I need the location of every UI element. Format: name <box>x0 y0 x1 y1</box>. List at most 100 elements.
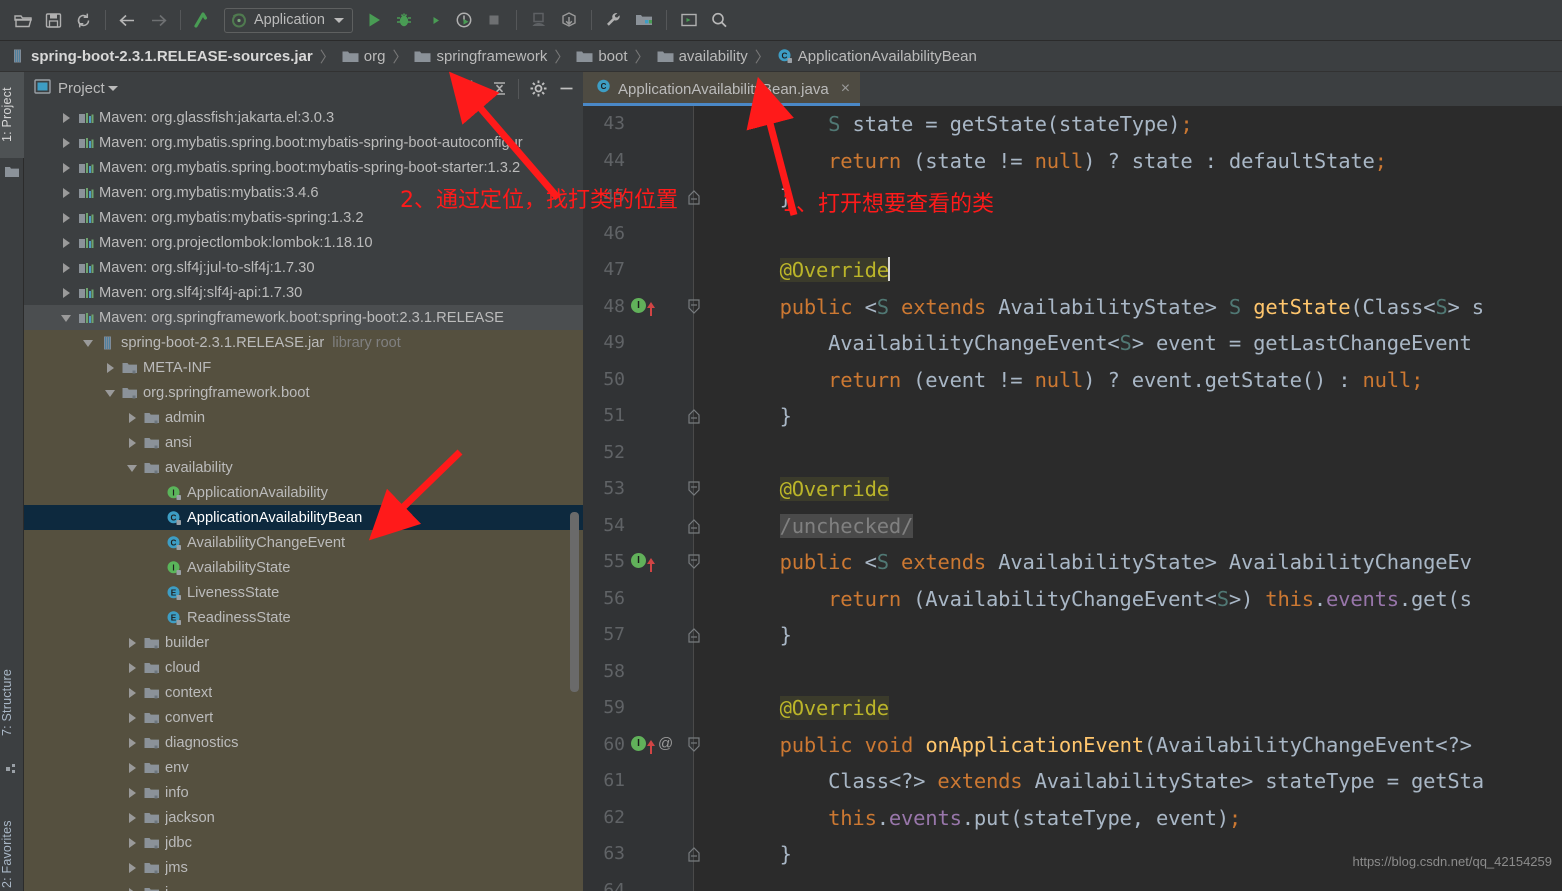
forward-arrow-icon[interactable] <box>143 5 173 35</box>
compile-icon[interactable] <box>188 5 218 35</box>
gutter-markers[interactable]: I @ <box>631 735 673 754</box>
tree-row[interactable]: Maven: org.slf4j:slf4j-api:1.7.30 <box>24 280 583 305</box>
sidebar-item-favorites[interactable]: 2: Favorites <box>0 797 24 891</box>
fold-end-icon[interactable] <box>687 518 701 534</box>
chevron-right-icon[interactable] <box>128 812 138 823</box>
code-line[interactable]: 56 return (AvailabilityChangeEvent<S>) t… <box>583 581 1562 618</box>
chevron-right-icon[interactable] <box>62 112 72 123</box>
code-line[interactable]: 59 @Override <box>583 690 1562 727</box>
tree-row[interactable]: I AvailabilityState <box>24 555 583 580</box>
chevron-right-icon[interactable] <box>128 837 138 848</box>
back-arrow-icon[interactable] <box>113 5 143 35</box>
chevron-right-icon[interactable] <box>128 712 138 723</box>
tree-row[interactable]: E LivenessState <box>24 580 583 605</box>
chevron-down-icon[interactable] <box>61 313 72 323</box>
tree-row[interactable]: builder <box>24 630 583 655</box>
gutter-markers[interactable]: I <box>631 553 655 572</box>
implementing-method-icon[interactable]: I <box>631 735 646 751</box>
tree-row[interactable]: j <box>24 880 583 891</box>
chevron-right-icon[interactable] <box>128 687 138 698</box>
implementing-method-icon[interactable]: I <box>631 297 646 313</box>
chevron-right-icon[interactable] <box>106 362 116 373</box>
stop-icon[interactable] <box>479 5 509 35</box>
tree-row[interactable]: E ReadinessState <box>24 605 583 630</box>
tree-row[interactable]: jackson <box>24 805 583 830</box>
code-line[interactable]: 49 AvailabilityChangeEvent<S> event = ge… <box>583 325 1562 362</box>
wrench-icon[interactable] <box>599 5 629 35</box>
gutter-markers[interactable]: I <box>631 297 655 316</box>
fold-end-icon[interactable] <box>687 408 701 424</box>
chevron-right-icon[interactable] <box>128 412 138 423</box>
tree-row[interactable]: cloud <box>24 655 583 680</box>
chevron-right-icon[interactable] <box>128 737 138 748</box>
fold-collapse-icon[interactable] <box>687 298 701 315</box>
chevron-right-icon[interactable] <box>62 162 72 173</box>
select-opened-file-icon[interactable] <box>458 76 484 102</box>
package-download-icon[interactable] <box>554 5 584 35</box>
code-line[interactable]: 57 } <box>583 617 1562 654</box>
code-line[interactable]: 47 @Override <box>583 252 1562 289</box>
chevron-down-icon[interactable] <box>105 388 116 398</box>
code-line[interactable]: 46 <box>583 216 1562 253</box>
tree-row[interactable]: Maven: org.glassfish:jakarta.el:3.0.3 <box>24 105 583 130</box>
code-line[interactable]: 55 I public <S extends AvailabilityState>… <box>583 544 1562 581</box>
code-line[interactable]: 64 <box>583 873 1562 891</box>
editor-tab-applicationavailabilitybean[interactable]: C ApplicationAvailabilityBean.java × <box>583 72 861 106</box>
code-line[interactable]: 45 } <box>583 179 1562 216</box>
tree-row[interactable]: convert <box>24 705 583 730</box>
update-app-icon[interactable] <box>524 5 554 35</box>
chevron-down-icon[interactable] <box>83 338 94 348</box>
fold-end-icon[interactable] <box>687 189 701 205</box>
tree-row[interactable]: env <box>24 755 583 780</box>
tree-row[interactable]: admin <box>24 405 583 430</box>
chevron-right-icon[interactable] <box>62 287 72 298</box>
breadcrumb-item-applicationavailabilitybean[interactable]: C ApplicationAvailabilityBean <box>777 48 977 65</box>
tree-row[interactable]: availability <box>24 455 583 480</box>
override-arrow-icon[interactable] <box>647 557 655 572</box>
run-configuration-selector[interactable]: Application <box>224 7 353 33</box>
tree-row[interactable]: spring-boot-2.3.1.RELEASE.jar library roo… <box>24 330 583 355</box>
tree-row[interactable]: Maven: org.projectlombok:lombok:1.18.10 <box>24 230 583 255</box>
chevron-down-icon[interactable] <box>127 463 138 473</box>
breadcrumb-item-boot[interactable]: boot <box>576 48 628 65</box>
implementing-method-icon[interactable]: I <box>631 553 646 568</box>
tree-row[interactable]: context <box>24 680 583 705</box>
tree-row[interactable]: I ApplicationAvailability <box>24 480 583 505</box>
chevron-right-icon[interactable] <box>128 862 138 873</box>
sidebar-item-structure[interactable]: 7: Structure <box>0 647 24 757</box>
code-line[interactable]: 53 @Override <box>583 471 1562 508</box>
chevron-right-icon[interactable] <box>128 662 138 673</box>
tree-row[interactable]: META-INF <box>24 355 583 380</box>
fold-collapse-icon[interactable] <box>687 481 701 497</box>
tree-row[interactable]: jdbc <box>24 830 583 855</box>
tree-row[interactable]: C AvailabilityChangeEvent <box>24 530 583 555</box>
override-arrow-icon[interactable] <box>647 740 655 754</box>
project-structure-icon[interactable] <box>629 5 659 35</box>
tree-row[interactable]: jms <box>24 855 583 880</box>
project-tree-scrollbar[interactable] <box>570 512 579 692</box>
project-tree[interactable]: Maven: org.glassfish:jakarta.el:3.0.3 Mav… <box>24 105 583 891</box>
code-line[interactable]: 61 Class<?> extends AvailabilityState> s… <box>583 763 1562 800</box>
run-icon[interactable] <box>359 5 389 35</box>
tree-row[interactable]: C ApplicationAvailabilityBean <box>24 505 583 530</box>
chevron-right-icon[interactable] <box>62 187 72 198</box>
tree-row[interactable]: diagnostics <box>24 730 583 755</box>
chevron-right-icon[interactable] <box>128 787 138 798</box>
breadcrumb-item-spring-boot-2-3-1-release-sources-jar[interactable]: spring-boot-2.3.1.RELEASE-sources.jar <box>10 48 313 65</box>
tree-row[interactable]: Maven: org.springframework.boot:spring-b… <box>24 305 583 330</box>
breadcrumb-item-org[interactable]: org <box>342 48 385 65</box>
tree-row[interactable]: Maven: org.mybatis.spring.boot:mybatis-s… <box>24 155 583 180</box>
code-line[interactable]: 62 this.events.put(stateType, event); <box>583 800 1562 837</box>
chevron-right-icon[interactable] <box>62 262 72 273</box>
chevron-right-icon[interactable] <box>128 762 138 773</box>
code-line[interactable]: 50 return (event != null) ? event.getSta… <box>583 362 1562 399</box>
close-icon[interactable]: × <box>841 81 850 97</box>
fold-end-icon[interactable] <box>687 627 701 643</box>
tree-row[interactable]: ansi <box>24 430 583 455</box>
chevron-right-icon[interactable] <box>62 237 72 248</box>
chevron-right-icon[interactable] <box>62 137 72 148</box>
debug-icon[interactable] <box>389 5 419 35</box>
chevron-right-icon[interactable] <box>128 437 138 448</box>
code-line[interactable]: 43 S state = getState(stateType); <box>583 106 1562 143</box>
tree-row[interactable]: Maven: org.mybatis.spring.boot:mybatis-s… <box>24 130 583 155</box>
